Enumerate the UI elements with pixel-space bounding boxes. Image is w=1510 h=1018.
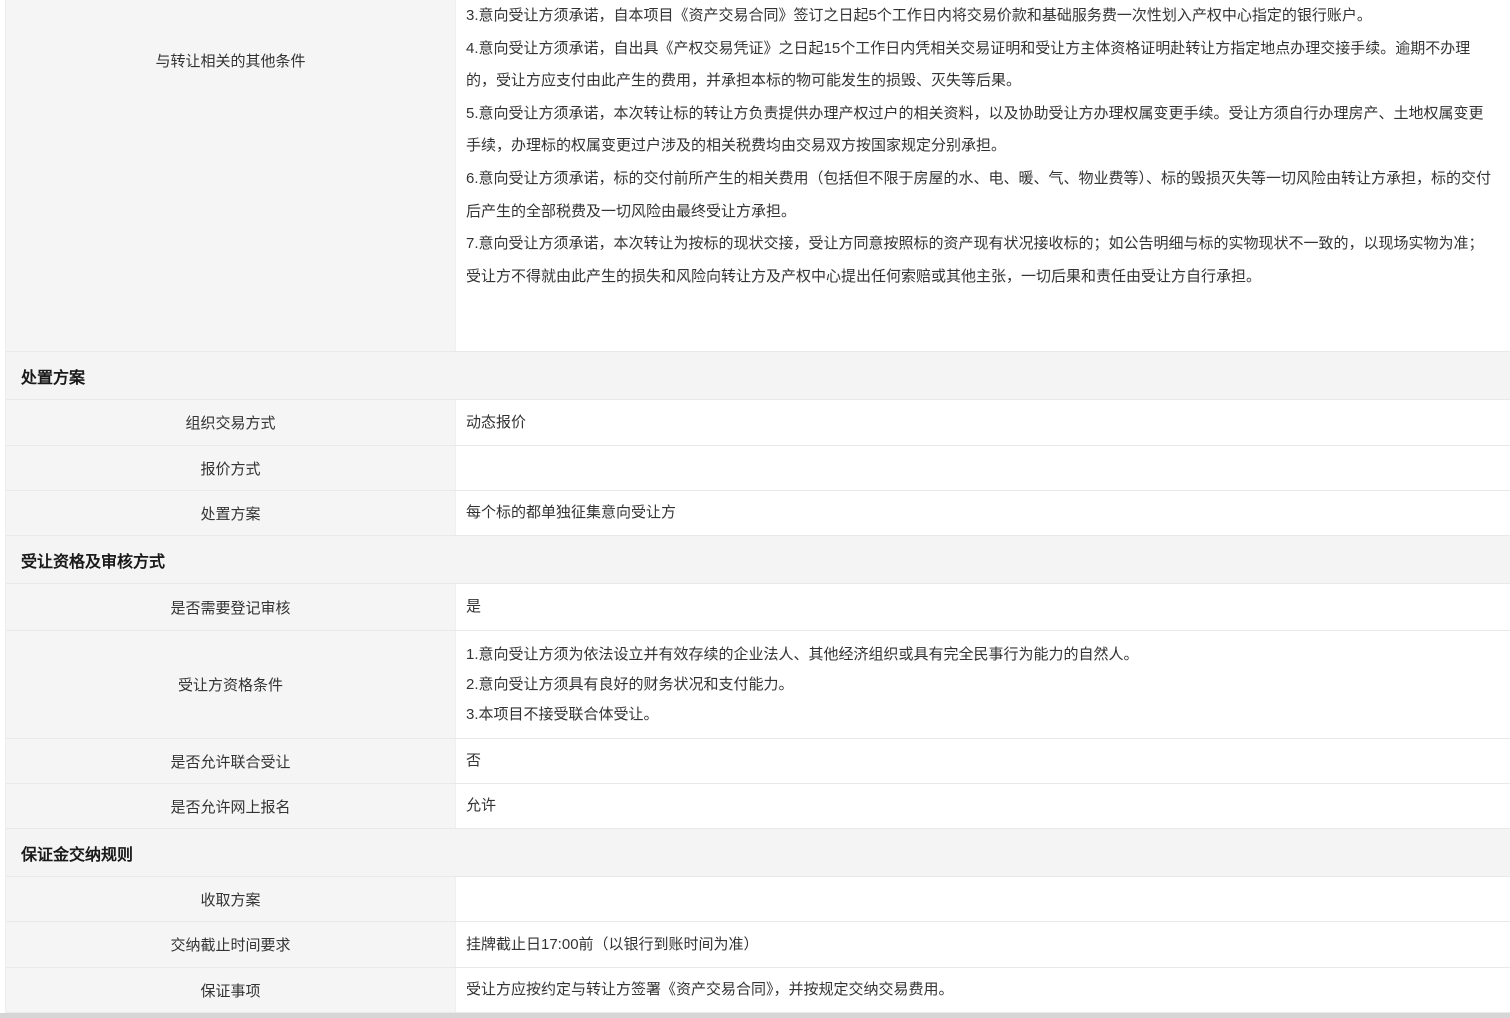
value-text: 否 <box>466 746 1494 776</box>
value-paragraph: 7.意向受让方须承诺，本次转让为按标的现状交接，受让方同意按照标的资产现有状况接… <box>466 228 1494 293</box>
row-label: 报价方式 <box>6 446 456 490</box>
row-label: 与转让相关的其他条件 <box>6 0 456 351</box>
row-label: 交纳截止时间要求 <box>6 922 456 967</box>
row-label: 受让方资格条件 <box>6 631 456 738</box>
value-paragraph: 3.本项目不接受联合体受让。 <box>466 700 1494 730</box>
row-value: 否 <box>456 739 1510 783</box>
row-value: 挂牌截止日17:00前（以银行到账时间为准） <box>456 922 1510 967</box>
value-paragraph: 3.意向受让方须承诺，自本项目《资产交易合同》签订之日起5个工作日内将交易价款和… <box>466 0 1494 33</box>
table-row: 报价方式 <box>6 446 1510 491</box>
table-row: 交纳截止时间要求 挂牌截止日17:00前（以银行到账时间为准） <box>6 922 1510 968</box>
section-header-deposit-rules: 保证金交纳规则 <box>6 829 1510 877</box>
value-text: 受让方应按约定与转让方签署《资产交易合同》，并按规定交纳交易费用。 <box>466 975 1494 1005</box>
value-paragraph: 1.意向受让方须为依法设立并有效存续的企业法人、其他经济组织或具有完全民事行为能… <box>466 640 1494 670</box>
table-row: 收取方案 <box>6 877 1510 922</box>
table-row: 是否允许网上报名 允许 <box>6 784 1510 829</box>
table-row: 处置方案 每个标的都单独征集意向受让方 <box>6 491 1510 536</box>
value-paragraph: 6.意向受让方须承诺，标的交付前所产生的相关费用（包括但不限于房屋的水、电、暖、… <box>466 163 1494 228</box>
table-row: 是否允许联合受让 否 <box>6 739 1510 784</box>
row-value <box>456 877 1510 921</box>
table-row: 受让方资格条件 1.意向受让方须为依法设立并有效存续的企业法人、其他经济组织或具… <box>6 631 1510 739</box>
row-value: 3.意向受让方须承诺，自本项目《资产交易合同》签订之日起5个工作日内将交易价款和… <box>456 0 1510 351</box>
section-header-transferee-qualification: 受让资格及审核方式 <box>6 536 1510 584</box>
table-row: 与转让相关的其他条件 3.意向受让方须承诺，自本项目《资产交易合同》签订之日起5… <box>6 0 1510 352</box>
row-label: 是否允许联合受让 <box>6 739 456 783</box>
value-text: 每个标的都单独征集意向受让方 <box>466 498 1494 528</box>
table-row: 保证事项 受让方应按约定与转让方签署《资产交易合同》，并按规定交纳交易费用。 <box>6 968 1510 1013</box>
listing-detail-table: 与转让相关的其他条件 3.意向受让方须承诺，自本项目《资产交易合同》签订之日起5… <box>5 0 1510 1013</box>
value-text: 是 <box>466 592 1494 622</box>
row-value: 每个标的都单独征集意向受让方 <box>456 491 1510 535</box>
row-label: 处置方案 <box>6 491 456 535</box>
row-label: 组织交易方式 <box>6 400 456 445</box>
row-value <box>456 446 1510 490</box>
bottom-edge-bar <box>0 1013 1510 1018</box>
value-paragraph: 4.意向受让方须承诺，自出具《产权交易凭证》之日起15个工作日内凭相关交易证明和… <box>466 33 1494 98</box>
row-label: 是否允许网上报名 <box>6 784 456 828</box>
value-text: 允许 <box>466 791 1494 821</box>
row-value: 动态报价 <box>456 400 1510 445</box>
value-paragraph: 2.意向受让方须具有良好的财务状况和支付能力。 <box>466 670 1494 700</box>
table-row: 是否需要登记审核 是 <box>6 584 1510 631</box>
table-row: 组织交易方式 动态报价 <box>6 400 1510 446</box>
row-value: 是 <box>456 584 1510 630</box>
row-label: 保证事项 <box>6 968 456 1012</box>
row-value: 受让方应按约定与转让方签署《资产交易合同》，并按规定交纳交易费用。 <box>456 968 1510 1012</box>
value-paragraph: 5.意向受让方须承诺，本次转让标的转让方负责提供办理产权过户的相关资料，以及协助… <box>466 98 1494 163</box>
value-text: 挂牌截止日17:00前（以银行到账时间为准） <box>466 930 1494 960</box>
row-label: 是否需要登记审核 <box>6 584 456 630</box>
section-header-disposal-plan: 处置方案 <box>6 352 1510 400</box>
row-value: 允许 <box>456 784 1510 828</box>
row-label: 收取方案 <box>6 877 456 921</box>
value-text: 动态报价 <box>466 408 1494 438</box>
row-value: 1.意向受让方须为依法设立并有效存续的企业法人、其他经济组织或具有完全民事行为能… <box>456 631 1510 738</box>
